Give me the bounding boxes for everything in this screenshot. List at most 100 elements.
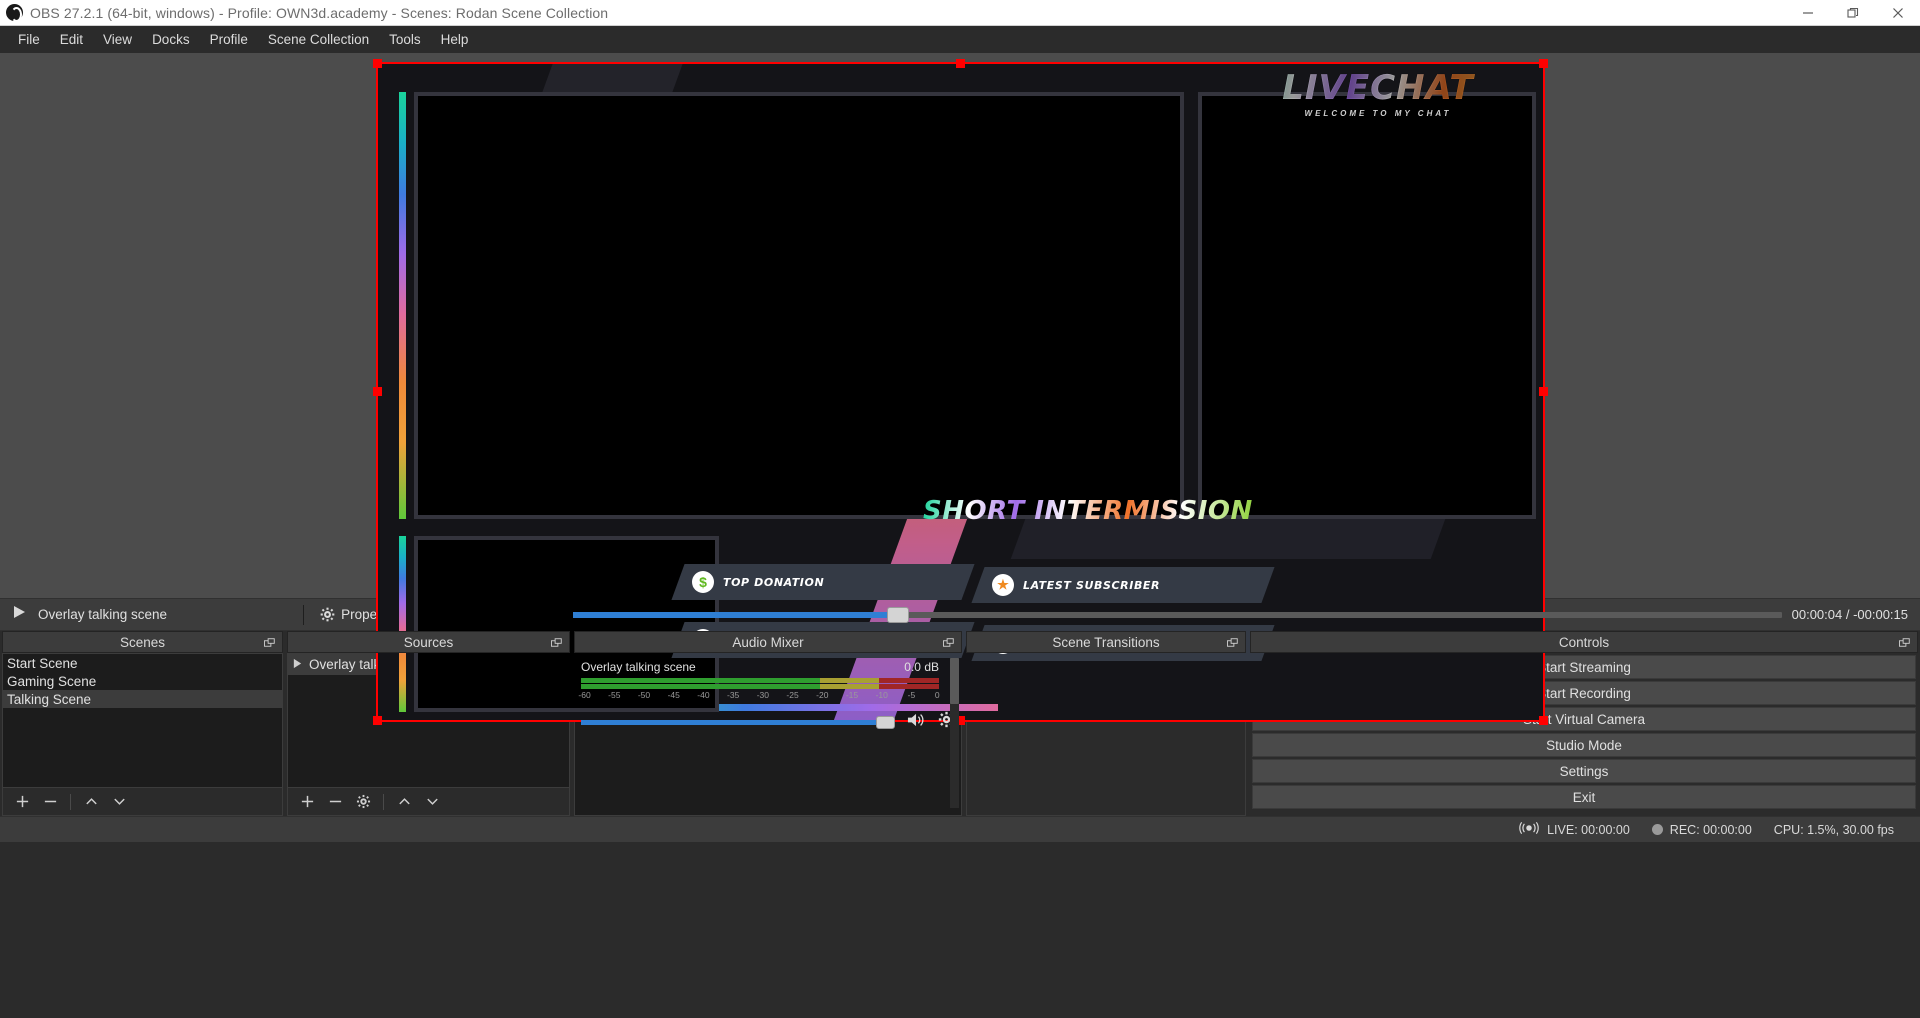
mixer-scrollbar[interactable] [950, 658, 959, 808]
menu-view[interactable]: View [93, 28, 142, 51]
meter-tick: -20 [816, 690, 828, 700]
mixer-dock-title: Audio Mixer [574, 631, 962, 653]
audio-meter-scale: -60 -55 -50 -45 -40 -35 -30 -25 -20 -15 … [581, 690, 939, 704]
meter-tick: -25 [786, 690, 798, 700]
mixer-channel-header: Overlay talking scene 0.0 dB [581, 660, 955, 674]
menu-edit[interactable]: Edit [50, 28, 93, 51]
button-label: Exit [1573, 790, 1596, 805]
settings-button[interactable]: Settings [1252, 759, 1916, 783]
separator [70, 794, 71, 810]
studio-mode-button[interactable]: Studio Mode [1252, 733, 1916, 757]
scenes-dock: Scenes Start Scene Gaming Scene Talking … [2, 631, 283, 816]
obs-logo-icon [6, 4, 23, 21]
scenes-dock-title: Scenes [2, 631, 283, 653]
controls-title-label: Controls [1559, 635, 1609, 650]
play-icon[interactable] [12, 605, 26, 624]
button-label: Start Recording [1537, 686, 1631, 701]
speaker-icon[interactable] [907, 712, 926, 733]
exit-button[interactable]: Exit [1252, 785, 1916, 809]
remove-source-button[interactable] [322, 790, 348, 814]
move-source-up-button[interactable] [391, 790, 417, 814]
chat-panel-source[interactable] [1198, 92, 1536, 519]
mixer-level-db: 0.0 dB [904, 660, 939, 674]
audio-mixer-dock: Audio Mixer Overlay talking scene 0.0 dB… [574, 631, 962, 816]
status-bar: LIVE: 00:00:00 REC: 00:00:00 CPU: 1.5%, … [0, 816, 1920, 842]
mixer-title-label: Audio Mixer [732, 635, 803, 650]
restore-icon[interactable] [1830, 0, 1875, 25]
add-scene-button[interactable] [9, 790, 35, 814]
move-source-down-button[interactable] [419, 790, 445, 814]
close-icon[interactable] [1875, 0, 1920, 25]
widget-label: LATEST SUBSCRIBER [1023, 579, 1160, 592]
media-time: 00:00:04 / -00:00:15 [1792, 607, 1908, 622]
sources-title-label: Sources [404, 635, 454, 650]
scenes-list[interactable]: Start Scene Gaming Scene Talking Scene [2, 653, 283, 788]
transitions-title-label: Scene Transitions [1052, 635, 1159, 650]
controls-dock-title: Controls [1250, 631, 1918, 653]
widget-latest-subscriber: ★ LATEST SUBSCRIBER [971, 567, 1274, 603]
scene-item-talking-scene[interactable]: Talking Scene [3, 690, 282, 708]
meter-tick: -60 [578, 690, 590, 700]
source-properties-button[interactable] [350, 790, 376, 814]
mixer-scrollbar-thumb[interactable] [950, 658, 959, 704]
add-source-button[interactable] [294, 790, 320, 814]
float-window-icon[interactable] [551, 637, 562, 652]
live-status: LIVE: 00:00:00 [1518, 821, 1630, 838]
gear-icon [320, 607, 335, 622]
sources-dock-title: Sources [287, 631, 570, 653]
volume-slider-thumb[interactable] [876, 716, 895, 729]
menu-file[interactable]: File [8, 28, 50, 51]
minimize-icon[interactable] [1785, 0, 1830, 25]
scene-label: Gaming Scene [7, 674, 96, 689]
gradient-accent-bar [399, 536, 406, 712]
expand-arrow-icon[interactable] [292, 657, 303, 672]
preview-area[interactable]: LIVECHAT WELCOME TO MY CHAT SHORT INTERM… [0, 53, 1920, 598]
seek-bar[interactable] [573, 612, 1781, 618]
mixer-body[interactable]: Overlay talking scene 0.0 dB -60 -55 -50… [574, 653, 962, 816]
meter-tick: -40 [697, 690, 709, 700]
seek-thumb[interactable] [887, 607, 909, 623]
meter-tick: -30 [757, 690, 769, 700]
float-window-icon[interactable] [1227, 637, 1238, 652]
window-controls [1785, 0, 1920, 25]
volume-slider[interactable] [581, 720, 880, 725]
meter-tick: -55 [608, 690, 620, 700]
audio-level-meter [581, 684, 939, 689]
preview-canvas[interactable]: LIVECHAT WELCOME TO MY CHAT SHORT INTERM… [378, 64, 1543, 720]
float-window-icon[interactable] [1899, 637, 1910, 652]
menu-tools[interactable]: Tools [379, 28, 431, 51]
cpu-text: CPU: 1.5%, 30.00 fps [1774, 823, 1894, 837]
menu-profile[interactable]: Profile [200, 28, 258, 51]
media-scene-name: Overlay talking scene [38, 607, 167, 622]
button-label: Start Streaming [1537, 660, 1631, 675]
mixer-channel-name: Overlay talking scene [581, 660, 696, 674]
scenes-toolbar [2, 788, 283, 816]
meter-tick: -50 [638, 690, 650, 700]
move-scene-down-button[interactable] [106, 790, 132, 814]
scene-item-start-scene[interactable]: Start Scene [3, 654, 282, 672]
meter-tick: -45 [668, 690, 680, 700]
main-camera-source[interactable] [414, 92, 1184, 519]
broadcast-icon [1518, 821, 1540, 838]
menu-bar: File Edit View Docks Profile Scene Colle… [0, 26, 1920, 53]
menu-scene-collection[interactable]: Scene Collection [258, 28, 379, 51]
transitions-dock-title: Scene Transitions [966, 631, 1246, 653]
volume-slider-row [581, 715, 955, 729]
menu-docks[interactable]: Docks [142, 28, 200, 51]
remove-scene-button[interactable] [37, 790, 63, 814]
float-window-icon[interactable] [264, 637, 275, 652]
meter-tick: 0 [935, 690, 940, 700]
float-window-icon[interactable] [943, 637, 954, 652]
button-label: Studio Mode [1546, 738, 1622, 753]
meter-tick: -15 [846, 690, 858, 700]
scene-item-gaming-scene[interactable]: Gaming Scene [3, 672, 282, 690]
sources-toolbar [287, 788, 570, 816]
move-scene-up-button[interactable] [78, 790, 104, 814]
meter-tick: -35 [727, 690, 739, 700]
widget-label: TOP DONATION [723, 576, 824, 589]
scene-label: Talking Scene [7, 692, 91, 707]
menu-help[interactable]: Help [431, 28, 479, 51]
title-bar: OBS 27.2.1 (64-bit, windows) - Profile: … [0, 0, 1920, 26]
dock-area: Scenes Start Scene Gaming Scene Talking … [0, 631, 1920, 816]
gradient-accent-bar [399, 92, 406, 519]
